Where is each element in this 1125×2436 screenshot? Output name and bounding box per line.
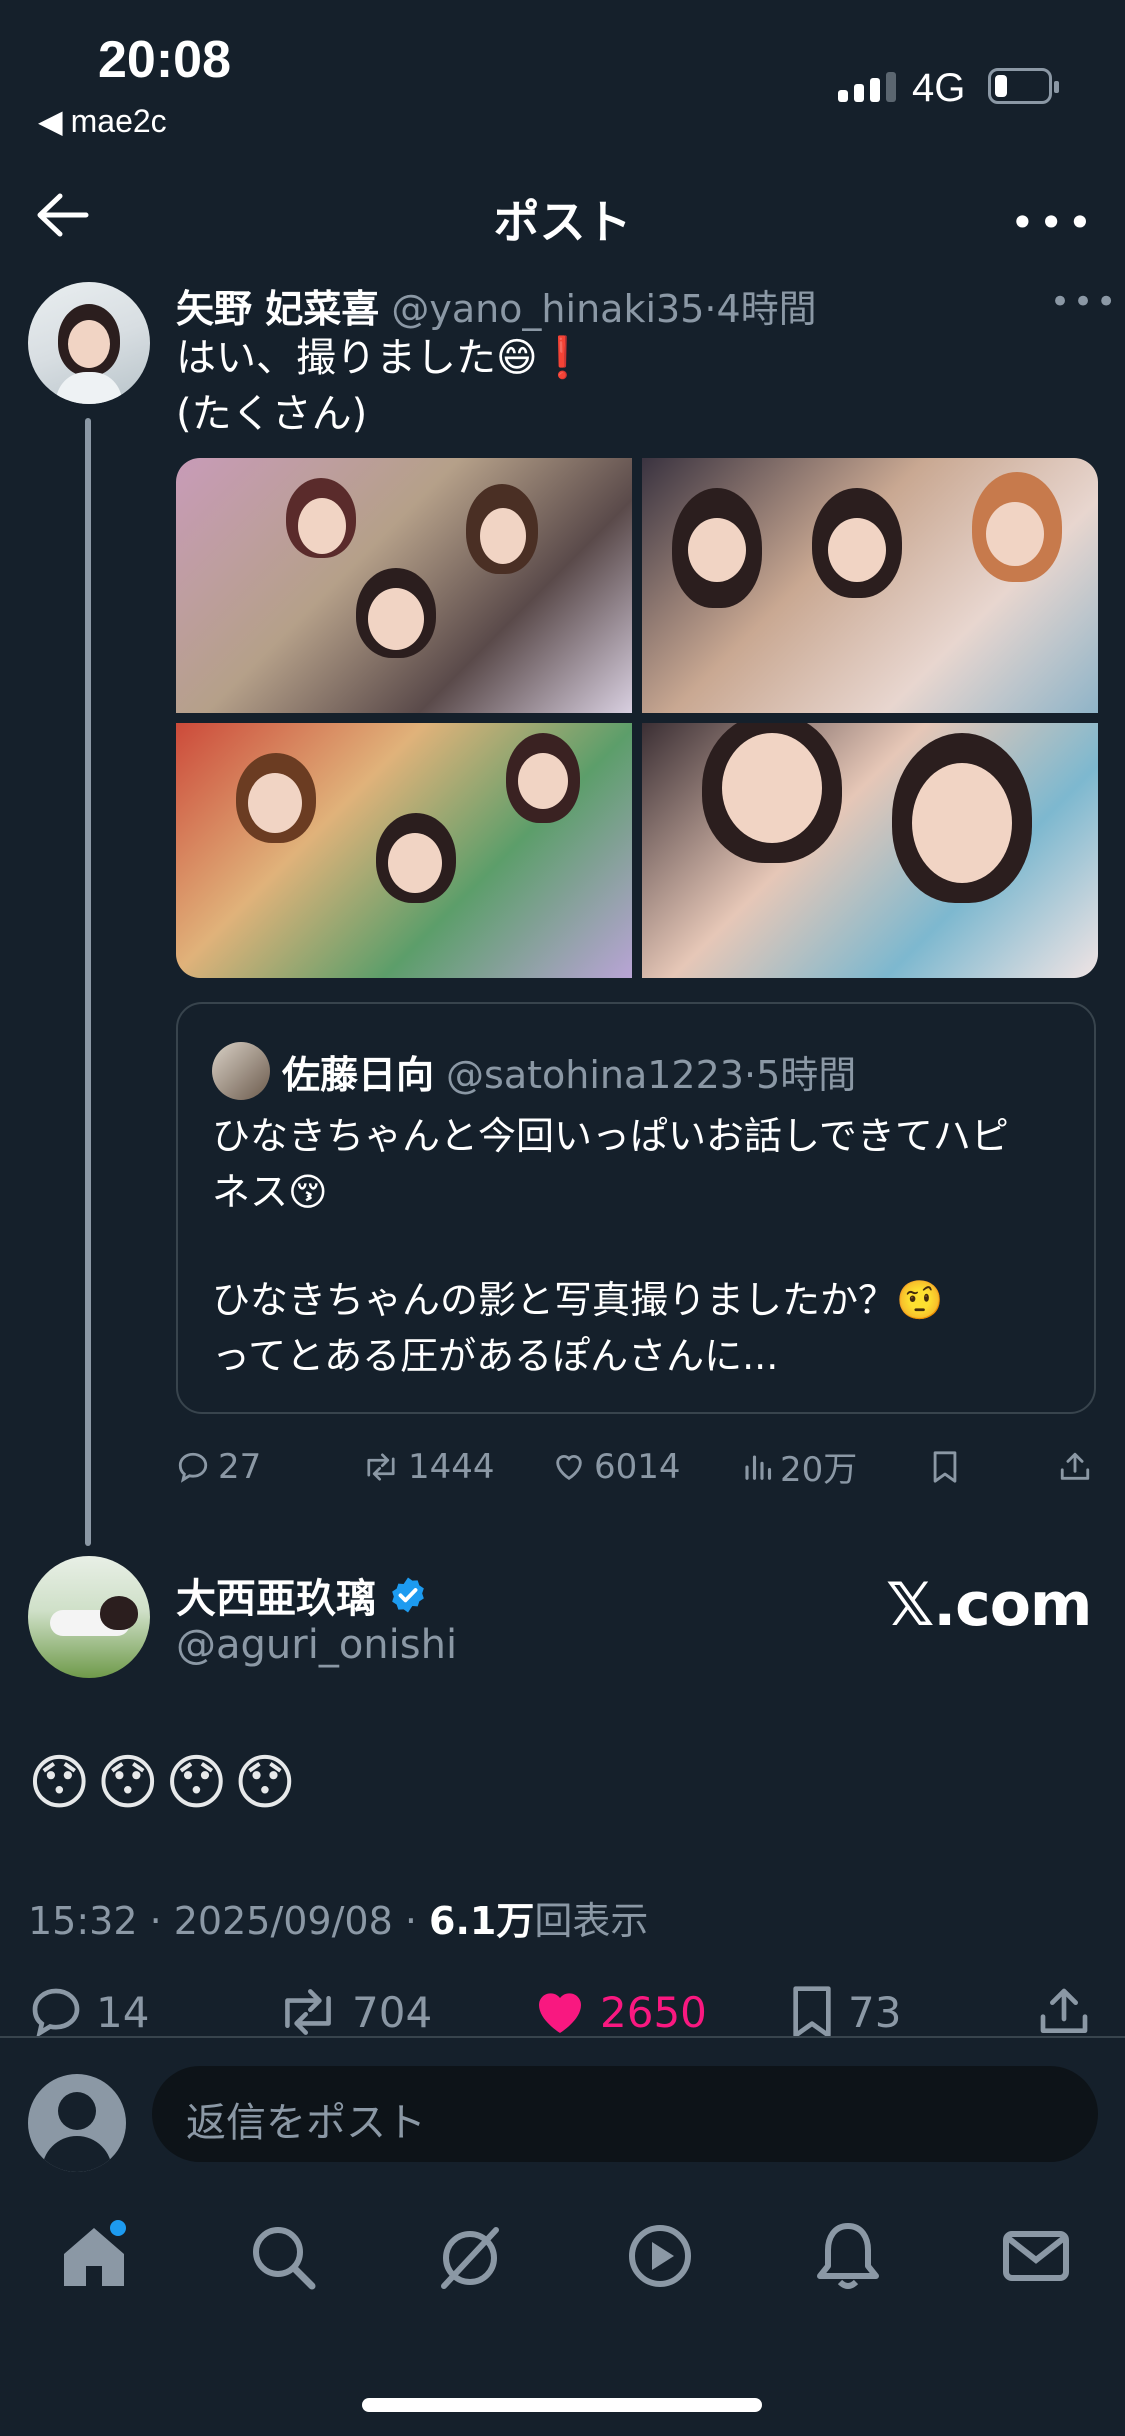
quoted-retweet-button[interactable]: 1444 <box>362 1447 552 1487</box>
grok-icon[interactable] <box>430 2216 510 2296</box>
quoted-views-button[interactable]: 20万 <box>742 1442 930 1491</box>
heart-filled-icon <box>539 1993 581 2033</box>
nested-display-name: 佐藤日向 <box>282 1052 435 1097</box>
reply-icon <box>32 1988 80 2038</box>
share-icon <box>1040 1988 1088 2033</box>
main-author[interactable]: 大西亜玖璃 <box>176 1566 428 1624</box>
main-view-count: 6.1万 <box>429 1899 535 1943</box>
network-type: 4G <box>912 66 966 110</box>
divider <box>0 2036 1125 2038</box>
thread-line <box>85 418 91 1546</box>
main-display-name: 大西亜玖璃 <box>176 1576 376 1622</box>
back-to-app[interactable]: ◀ mae2c <box>38 102 167 140</box>
quoted-reply-count: 27 <box>218 1446 262 1487</box>
retweet-icon <box>367 1452 395 1481</box>
notifications-icon[interactable] <box>808 2216 888 2296</box>
main-view-label: 回表示 <box>534 1899 649 1943</box>
photo-4[interactable] <box>642 723 1098 978</box>
main-handle[interactable]: @aguri_onishi <box>176 1622 457 1668</box>
nested-time: 5時間 <box>756 1052 857 1097</box>
quoted-more-icon[interactable]: ••• <box>1050 282 1119 322</box>
nested-text-line3: ひなきちゃんの影と写真撮りましたか？🤨 <box>212 1278 944 1322</box>
brand-watermark: 𝕏.com <box>886 1570 1092 1640</box>
heart-icon <box>556 1454 582 1480</box>
main-retweet-count: 704 <box>352 1987 433 2037</box>
quoted-display-name: 矢野 妃菜喜 <box>176 287 380 331</box>
quoted-time: 4時間 <box>716 287 817 331</box>
photo-grid <box>176 458 1098 978</box>
quoted-text-line2: (たくさん) <box>176 391 368 437</box>
back-app-label: mae2c <box>70 102 167 139</box>
nested-quote-header: 佐藤日向 @satohina1223·5時間 <box>212 1042 856 1100</box>
main-bookmark-count: 73 <box>848 1987 902 2037</box>
main-reply-button[interactable]: 14 <box>28 1984 149 2040</box>
battery-icon <box>988 68 1059 104</box>
main-tweet-text: 😯😯😯😯 <box>28 1748 303 1818</box>
quoted-bookmark-button[interactable] <box>930 1450 1058 1484</box>
my-avatar[interactable] <box>28 2074 126 2172</box>
avatar-yano[interactable] <box>28 282 150 404</box>
avatar-sato <box>212 1042 270 1100</box>
back-triangle-icon: ◀ <box>38 103 63 139</box>
page-title: ポスト <box>493 195 632 249</box>
main-share-button[interactable] <box>1036 1984 1092 2040</box>
home-icon[interactable] <box>54 2216 134 2296</box>
quoted-like-button[interactable]: 6014 <box>552 1447 742 1487</box>
avatar-onishi[interactable] <box>28 1556 150 1678</box>
more-icon[interactable]: ••• <box>1010 198 1096 247</box>
photo-3[interactable] <box>176 723 632 978</box>
reply-placeholder: 返信をポスト <box>186 2100 426 2146</box>
search-icon[interactable] <box>242 2216 322 2296</box>
nested-text-line1: ひなきちゃんと今回いっぱいお話しできてハピ <box>212 1114 1009 1158</box>
photo-2[interactable] <box>642 458 1098 713</box>
quoted-separator: · <box>704 287 717 331</box>
nested-separator: · <box>743 1052 757 1097</box>
photo-1[interactable] <box>176 458 632 713</box>
bookmark-icon <box>793 1986 831 2038</box>
home-indicator[interactable] <box>362 2398 762 2412</box>
quoted-actions: 27 1444 6014 20万 <box>176 1442 1106 1491</box>
main-bookmark-button[interactable]: 73 <box>788 1984 901 2040</box>
quoted-share-button[interactable] <box>1058 1450 1092 1484</box>
bookmark-icon <box>933 1450 957 1483</box>
signal-icon <box>838 72 896 102</box>
messages-icon[interactable] <box>996 2216 1076 2296</box>
quoted-reply-button[interactable]: 27 <box>176 1447 362 1487</box>
status-time: 20:08 <box>98 31 231 89</box>
verified-badge-icon <box>392 1577 424 1613</box>
views-icon <box>745 1454 772 1480</box>
share-icon <box>1060 1452 1090 1480</box>
nested-quote-text: ひなきちゃんと今回いっぱいお話しできてハピ ネス😚 ひなきちゃんの影と写真撮りま… <box>212 1108 1072 1384</box>
quoted-view-count: 20万 <box>780 1450 858 1490</box>
main-reply-count: 14 <box>96 1987 150 2037</box>
nested-text-line2: ネス😚 <box>212 1170 328 1214</box>
quoted-text-line1: はい、撮りました😄❗️ <box>176 335 588 381</box>
main-timestamp: 15:32 · 2025/09/08 · <box>28 1899 430 1943</box>
reply-icon <box>178 1452 208 1483</box>
main-retweet-button[interactable]: 704 <box>276 1984 432 2040</box>
quoted-retweet-count: 1444 <box>408 1446 495 1487</box>
quoted-text: はい、撮りました😄❗️ (たくさん) <box>176 330 588 442</box>
main-tweet-meta: 15:32 · 2025/09/08 · 6.1万回表示 <box>28 1890 648 1945</box>
nested-handle: @satohina1223 <box>446 1052 744 1097</box>
main-like-button[interactable]: 2650 <box>532 1984 707 2040</box>
video-icon[interactable] <box>620 2216 700 2296</box>
main-like-count: 2650 <box>600 1987 707 2037</box>
retweet-icon <box>285 1989 331 2035</box>
quoted-handle: @yano_hinaki35 <box>391 287 705 331</box>
nested-text-line4: ってとある圧があるぽんさんに... <box>212 1334 779 1378</box>
quoted-author[interactable]: 矢野 妃菜喜 @yano_hinaki35·4時間 <box>176 278 817 333</box>
quoted-like-count: 6014 <box>594 1446 681 1487</box>
